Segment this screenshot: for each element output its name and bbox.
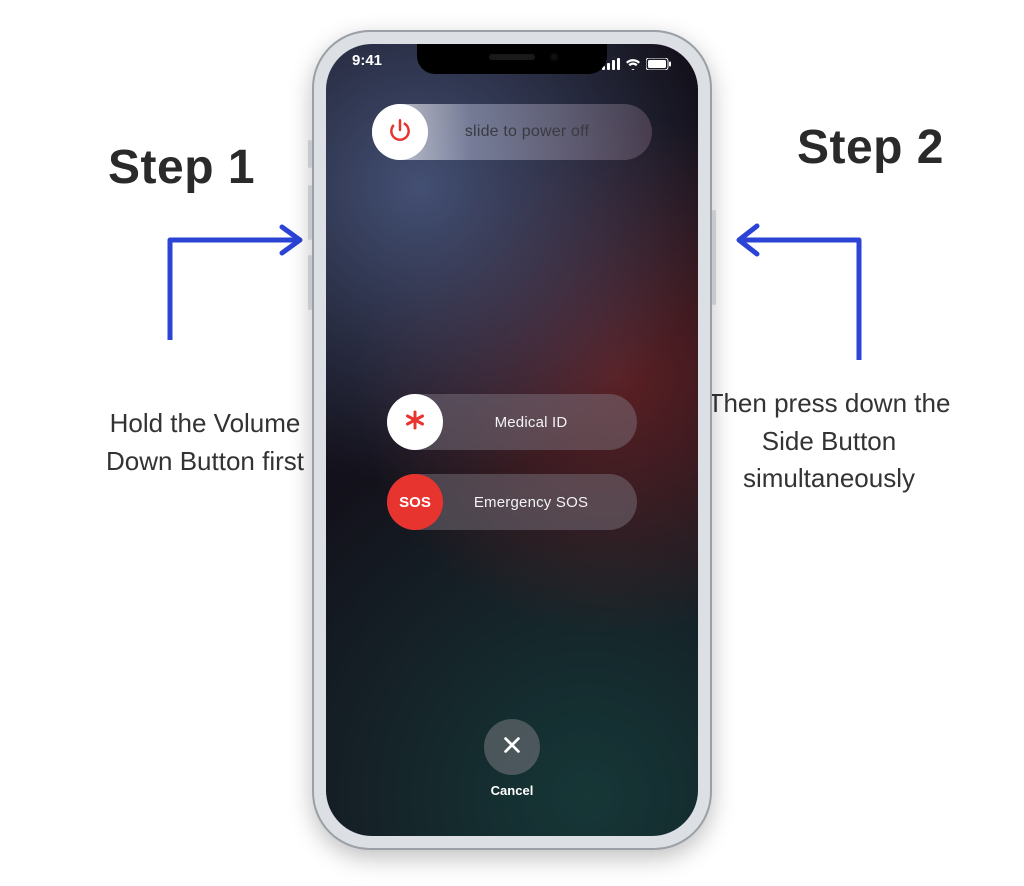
medical-id-slider[interactable]: Medical ID (387, 394, 637, 450)
notch (417, 44, 607, 74)
step-2-annotation: Step 2 Then press down the Side Button s… (704, 120, 954, 498)
power-icon (387, 117, 413, 148)
medical-id-knob[interactable] (387, 394, 443, 450)
emergency-sos-slider[interactable]: SOS Emergency SOS (387, 474, 637, 530)
asterisk-icon (403, 408, 427, 437)
screen: 9:41 (326, 44, 698, 836)
power-off-label: slide to power off (428, 123, 652, 141)
volume-up-button[interactable] (308, 185, 312, 240)
step-1-title: Step 1 (108, 140, 320, 195)
status-indicators (602, 52, 672, 76)
step-2-text: Then press down the Side Button simultan… (704, 385, 954, 498)
cancel-label: Cancel (484, 783, 540, 798)
power-off-slider[interactable]: slide to power off (372, 104, 652, 160)
step-1-annotation: Step 1 Hold the Volume Down Button first (90, 140, 320, 480)
side-button[interactable] (712, 210, 716, 305)
mute-switch[interactable] (308, 140, 312, 168)
volume-down-button[interactable] (308, 255, 312, 310)
wifi-icon (625, 58, 641, 70)
step-2-title: Step 2 (704, 120, 944, 175)
medical-id-label: Medical ID (443, 414, 637, 431)
cancel-button[interactable] (484, 719, 540, 775)
sos-knob[interactable]: SOS (387, 474, 443, 530)
close-icon (501, 734, 523, 761)
status-time: 9:41 (352, 52, 382, 76)
cancel-group: Cancel (484, 719, 540, 798)
step-1-text: Hold the Volume Down Button first (90, 405, 320, 480)
battery-icon (646, 58, 672, 70)
iphone-frame: 9:41 (312, 30, 712, 850)
emergency-sos-label: Emergency SOS (443, 494, 637, 511)
sos-text: SOS (399, 494, 431, 511)
power-off-knob[interactable] (372, 104, 428, 160)
